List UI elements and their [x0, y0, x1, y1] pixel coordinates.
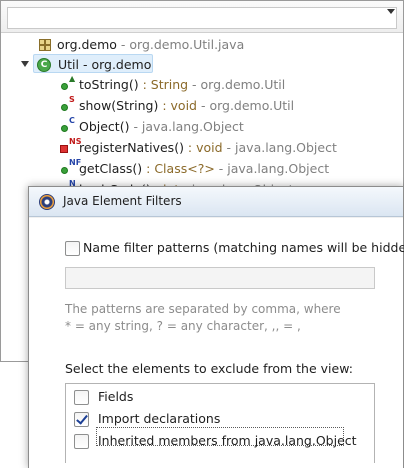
exclude-elements-list: Fields Import declarations Inherited mem…: [65, 383, 375, 463]
inherited-members-label[interactable]: Inherited members from java.lang.Object: [98, 433, 357, 448]
item-detail: - org.demo.Util: [197, 98, 295, 113]
view-menu-dropdown-icon[interactable]: [387, 9, 395, 14]
item-type: : void: [183, 140, 223, 155]
item-detail: - java.lang.Object: [129, 119, 244, 134]
name-filter-checkbox[interactable]: [65, 241, 80, 256]
fields-checkbox[interactable]: [74, 390, 89, 405]
dialog-body: Name filter patterns (matching names wil…: [29, 218, 404, 468]
pattern-hint-line1: The patterns are separated by comma, whe…: [65, 302, 341, 316]
item-type: : Class<?>: [142, 161, 215, 176]
eclipse-icon: [39, 194, 55, 210]
exclude-elements-label: Select the elements to exclude from the …: [65, 361, 353, 376]
item-name: Object(): [79, 119, 130, 134]
native-final-method-icon: NF: [59, 158, 81, 177]
private-native-static-method-icon: NS: [59, 137, 81, 156]
item-type: : void: [158, 98, 197, 113]
static-public-method-icon: S: [59, 95, 75, 114]
outline-filter-bar: [1, 1, 403, 33]
item-type: : String: [138, 77, 189, 92]
dialog-title-bar[interactable]: Java Element Filters: [29, 187, 403, 217]
dialog-title: Java Element Filters: [63, 194, 182, 208]
pattern-hint-line2: * = any string, ? = any character, ,, = …: [65, 319, 301, 333]
item-detail: - java.lang.Object: [222, 140, 337, 155]
public-method-icon: ▲: [59, 74, 75, 93]
item-name: show(String): [79, 98, 159, 113]
name-filter-label: Name filter patterns (matching names wil…: [83, 240, 404, 255]
import-declarations-label[interactable]: Import declarations: [98, 411, 220, 426]
name-filter-patterns-input[interactable]: [65, 267, 375, 289]
constructor-icon: C: [59, 116, 75, 135]
java-element-filters-dialog: Java Element Filters Name filter pattern…: [28, 186, 404, 468]
item-name: getClass(): [79, 161, 143, 176]
class-icon: C: [36, 57, 52, 73]
import-declarations-checkbox[interactable]: [74, 412, 89, 427]
package-declaration-icon: [37, 37, 53, 53]
item-name: registerNatives(): [79, 140, 184, 155]
item-detail: - java.lang.Object: [214, 161, 330, 176]
inherited-members-checkbox[interactable]: [74, 434, 89, 449]
tree-item-class-util[interactable]: C Util - org.demo: [33, 54, 153, 73]
item-name: toString(): [79, 77, 139, 92]
outline-filter-input[interactable]: [7, 7, 397, 29]
item-detail: - org.demo: [79, 57, 152, 72]
item-detail: - org.demo.Util.java: [116, 37, 245, 52]
item-name: Util: [58, 57, 79, 72]
expand-collapse-icon[interactable]: [21, 61, 29, 67]
fields-label[interactable]: Fields: [98, 389, 133, 404]
item-detail: - org.demo.Util: [188, 77, 286, 92]
item-name: org.demo: [57, 37, 117, 52]
